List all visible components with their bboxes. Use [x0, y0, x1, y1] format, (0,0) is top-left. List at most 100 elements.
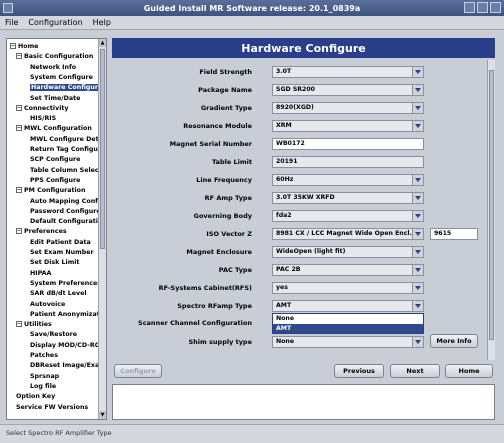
menu-configuration[interactable]: Configuration	[23, 18, 87, 27]
magnet-serial-input[interactable]: WB0172	[272, 138, 424, 150]
tree-item-label: Connectivity	[24, 104, 69, 112]
tree-item[interactable]: Hardware Configure	[30, 83, 99, 93]
collapse-icon[interactable]: −	[16, 104, 22, 111]
tree-item[interactable]: − Basic Configuration	[16, 52, 93, 62]
menu-file[interactable]: File	[0, 18, 23, 27]
tree-item[interactable]: Edit Patient Data	[30, 238, 91, 248]
menu-help[interactable]: Help	[88, 18, 116, 27]
tree-item-label: Hardware Configure	[30, 84, 99, 92]
tree-item[interactable]: − Home	[10, 42, 38, 52]
chevron-down-icon	[412, 85, 423, 95]
tree-item[interactable]: Set Disk Limit	[30, 258, 79, 268]
tree-item[interactable]: Log file	[30, 382, 56, 392]
magnet-enclosure-select[interactable]: WideOpen (light fit)	[272, 246, 424, 258]
dropdown-option[interactable]: None	[273, 314, 423, 324]
minimize-icon[interactable]	[464, 2, 475, 13]
tree-item[interactable]: SAR dB/dt Level	[30, 289, 87, 299]
pac-type-value: PAC 2B	[276, 266, 301, 273]
tree-item[interactable]: HIS/RIS	[30, 114, 56, 124]
tree-item[interactable]: − Connectivity	[16, 104, 68, 114]
tree-item[interactable]: Sprsnap	[30, 372, 59, 382]
tree-item[interactable]: Service FW Versions	[16, 403, 88, 413]
scroll-down-icon[interactable]: ▼	[99, 411, 106, 419]
shim-supply-select[interactable]: None	[272, 336, 424, 348]
rf-amp-type-label: RF Amp Type	[204, 194, 252, 202]
resonance-module-label: Resonance Module	[183, 122, 252, 130]
tree-item[interactable]: Display MOD/CD-ROM	[30, 341, 99, 351]
shim-supply-label: Shim supply type	[188, 338, 252, 346]
iso-vector-select[interactable]: 8981 CX / LCC Magnet Wide Open Encl...	[272, 228, 424, 240]
scanner-channel-dropdown-list[interactable]: None AMT	[272, 313, 424, 334]
tree-item[interactable]: Save/Restore	[30, 330, 77, 340]
tree-item[interactable]: HIPAA	[30, 269, 51, 279]
scroll-up-icon[interactable]: ▲	[99, 39, 106, 47]
dropdown-option-selected[interactable]: AMT	[273, 323, 423, 333]
tree-item-label: Return Tag Configure	[30, 146, 99, 153]
spectro-rfamp-value: AMT	[276, 302, 292, 309]
collapse-icon[interactable]: −	[10, 43, 16, 49]
close-icon[interactable]	[490, 2, 501, 13]
governing-body-value: fda2	[276, 212, 292, 219]
window-menu-icon[interactable]	[3, 3, 13, 13]
tree-item[interactable]: − Preferences	[16, 227, 67, 237]
tree-item[interactable]: MWL Configure Details	[30, 135, 99, 145]
tree-item-label: DBReset Image/Exam	[30, 362, 99, 370]
tree-item[interactable]: SCP Configure	[30, 155, 80, 165]
tree-item[interactable]: DBReset Image/Exam	[30, 361, 99, 371]
tree-item[interactable]: Password Configure	[30, 207, 99, 217]
form-scroll-thumb[interactable]	[489, 70, 494, 340]
table-limit-label: Table Limit	[211, 158, 252, 166]
line-frequency-select[interactable]: 60Hz	[272, 174, 424, 186]
collapse-icon[interactable]: −	[16, 125, 22, 132]
tree-item-label: Set Exam Number	[30, 249, 94, 256]
tree-item[interactable]: Table Column Selection	[30, 166, 99, 176]
package-name-value: SGD SR200	[276, 86, 315, 93]
navigation-tree[interactable]: − Home − Basic Configuration Network Info Sys…	[6, 38, 107, 420]
spectro-rfamp-select[interactable]: AMT	[272, 300, 424, 312]
window-title: Guided Install MR Software release: 20.1…	[143, 3, 361, 13]
tree-item[interactable]: Option Key	[16, 392, 55, 402]
previous-button[interactable]: Previous	[334, 364, 384, 378]
field-strength-value: 3.0T	[276, 68, 292, 75]
tree-item[interactable]: PPS Configure	[30, 176, 80, 186]
tree-item[interactable]: System Configure	[30, 73, 93, 83]
tree-item[interactable]: System Preferences	[30, 279, 99, 289]
maximize-icon[interactable]	[477, 2, 488, 13]
package-name-select[interactable]: SGD SR200	[272, 84, 424, 96]
governing-body-select[interactable]: fda2	[272, 210, 424, 222]
more-info-button[interactable]: More Info	[430, 334, 478, 348]
form-scrollbar[interactable]	[487, 60, 495, 360]
tree-item[interactable]: − Utilities	[16, 320, 52, 330]
tree-item[interactable]: − MWL Configuration	[16, 124, 92, 134]
resonance-module-select[interactable]: XRM	[272, 120, 424, 132]
gradient-type-select[interactable]: 8920(XGD)	[272, 102, 424, 114]
pac-type-select[interactable]: PAC 2B	[272, 264, 424, 276]
tree-item[interactable]: Default Configuration	[30, 217, 99, 227]
collapse-icon[interactable]: −	[16, 187, 22, 194]
home-button[interactable]: Home	[445, 364, 493, 378]
main-panel: Hardware Configure Field Strength 3.0T P…	[112, 38, 495, 420]
tree-item[interactable]: Set Exam Number	[30, 248, 94, 258]
tree-scrollbar[interactable]: ▲ ▼	[98, 39, 106, 419]
collapse-icon[interactable]: −	[16, 228, 22, 235]
tree-item[interactable]: Patient Anonymization	[30, 310, 99, 320]
tree-item[interactable]: Return Tag Configure	[30, 145, 99, 155]
rf-amp-type-select[interactable]: 3.0T 35KW XRFD	[272, 192, 424, 204]
tree-item[interactable]: − PM Configuration	[16, 186, 86, 196]
tree-item[interactable]: Auto Mapping Configure	[30, 197, 99, 207]
tree-scroll-thumb[interactable]	[100, 49, 105, 249]
configure-button[interactable]: Configure	[114, 364, 162, 378]
tree-item-label: Default Configuration	[30, 218, 99, 226]
tree-item[interactable]: Network Info	[30, 63, 76, 73]
field-strength-select[interactable]: 3.0T	[272, 66, 424, 78]
collapse-icon[interactable]: −	[16, 53, 22, 60]
next-button[interactable]: Next	[390, 364, 440, 378]
tree-item-label: SAR dB/dt Level	[30, 290, 87, 298]
tree-item[interactable]: Patches	[30, 351, 58, 361]
tree-item[interactable]: Set Time/Date	[30, 94, 80, 104]
tree-item[interactable]: Autovoice	[30, 300, 65, 310]
iso-vector-number-input[interactable]: 9615	[430, 228, 478, 240]
rf-systems-cabinet-select[interactable]: yes	[272, 282, 424, 294]
collapse-icon[interactable]: −	[16, 321, 22, 328]
rf-systems-cabinet-value: yes	[276, 284, 288, 291]
